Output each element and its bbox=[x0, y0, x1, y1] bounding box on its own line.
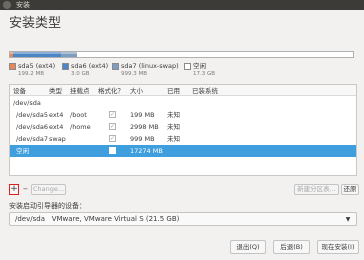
cell-device: /dev/sda7 bbox=[16, 135, 48, 143]
cell-mount: /home bbox=[70, 123, 91, 131]
legend-swatch bbox=[112, 63, 119, 70]
cell-type: ext4 bbox=[49, 111, 64, 119]
legend-name: 空闲 bbox=[193, 62, 206, 70]
cell-size: 199 MB bbox=[130, 111, 155, 119]
cell-size: 2998 MB bbox=[130, 123, 159, 131]
cell-device: /dev/sda bbox=[13, 99, 41, 107]
legend-size: 3.0 GB bbox=[71, 71, 90, 77]
legend-size: 199.2 MB bbox=[18, 71, 45, 77]
cell-size: 999 MB bbox=[130, 135, 155, 143]
column-header-used[interactable]: 已用 bbox=[167, 87, 180, 95]
close-window-icon[interactable] bbox=[3, 1, 11, 9]
column-header-mount[interactable]: 挂载点 bbox=[70, 87, 90, 95]
legend-swatch bbox=[62, 63, 69, 70]
legend-swatch bbox=[184, 63, 191, 70]
partition-table: 设备 类型 挂载点 格式化？ 大小 已用 已装系统 /dev/sda /dev/… bbox=[9, 84, 357, 176]
cell-used: 未知 bbox=[167, 111, 180, 119]
partition-bar bbox=[9, 51, 354, 58]
cell-type: swap bbox=[49, 135, 66, 143]
table-header: 设备 类型 挂载点 格式化？ 大小 已用 已装系统 bbox=[10, 85, 356, 96]
new-partition-table-button[interactable]: 新建分区表... bbox=[294, 184, 339, 195]
boot-loader-select[interactable]: /dev/sda VMware, VMware Virtual S (21.5 … bbox=[9, 212, 357, 226]
boot-loader-value: /dev/sda VMware, VMware Virtual S (21.5 … bbox=[15, 215, 179, 224]
legend-size: 999.3 MB bbox=[121, 71, 148, 77]
legend-name: sda6 (ext4) bbox=[71, 62, 109, 70]
legend-size: 17.3 GB bbox=[193, 71, 216, 77]
partition-bar-segment-sda7 bbox=[61, 52, 77, 57]
column-header-type[interactable]: 类型 bbox=[49, 87, 62, 95]
legend-name: sda5 (ext4) bbox=[18, 62, 56, 70]
column-header-format[interactable]: 格式化？ bbox=[98, 87, 124, 95]
revert-button[interactable]: 还原 bbox=[341, 184, 359, 195]
remove-partition-button[interactable]: − bbox=[21, 184, 30, 195]
partition-bar-segment-sda6 bbox=[13, 52, 61, 57]
chevron-down-icon: ▼ bbox=[345, 216, 351, 223]
table-row[interactable]: /dev/sda6 ext4 /home ✓ 2998 MB 未知 bbox=[10, 121, 356, 133]
boot-loader-label: 安装启动引导器的设备： bbox=[9, 202, 86, 210]
install-now-button[interactable]: 现在安装(I) bbox=[317, 240, 359, 254]
column-header-size[interactable]: 大小 bbox=[130, 87, 143, 95]
window-title: 安装 bbox=[16, 1, 30, 9]
back-button[interactable]: 后退(B) bbox=[273, 240, 310, 254]
title-bar: 安装 bbox=[0, 0, 364, 10]
add-partition-button[interactable]: + bbox=[9, 184, 19, 195]
partition-bar-segment-free bbox=[77, 52, 353, 57]
cell-size: 17274 MB bbox=[130, 147, 163, 155]
cell-used: 未知 bbox=[167, 123, 180, 131]
legend-swatch bbox=[9, 63, 16, 70]
format-checkbox[interactable]: ✓ bbox=[109, 123, 116, 130]
table-row-selected[interactable]: 空闲 17274 MB bbox=[10, 145, 356, 157]
cell-mount: /boot bbox=[70, 111, 87, 119]
cell-device: /dev/sda5 bbox=[16, 111, 48, 119]
format-checkbox[interactable] bbox=[109, 147, 116, 154]
quit-button[interactable]: 退出(Q) bbox=[230, 240, 266, 254]
format-checkbox[interactable]: ✓ bbox=[109, 111, 116, 118]
legend-name: sda7 (linux-swap) bbox=[121, 62, 179, 70]
change-partition-button[interactable]: Change... bbox=[31, 184, 66, 195]
table-row[interactable]: /dev/sda5 ext4 /boot ✓ 199 MB 未知 bbox=[10, 109, 356, 121]
boot-device: /dev/sda bbox=[15, 215, 45, 223]
cell-used: 未知 bbox=[167, 135, 180, 143]
cell-device: /dev/sda6 bbox=[16, 123, 48, 131]
table-row[interactable]: /dev/sda bbox=[10, 97, 356, 109]
cell-type: ext4 bbox=[49, 123, 64, 131]
format-checkbox[interactable]: ✓ bbox=[109, 135, 116, 142]
table-row[interactable]: /dev/sda7 swap ✓ 999 MB 未知 bbox=[10, 133, 356, 145]
page-heading: 安装类型 bbox=[9, 16, 62, 31]
column-header-system[interactable]: 已装系统 bbox=[192, 87, 218, 95]
boot-device-description: VMware, VMware Virtual S (21.5 GB) bbox=[51, 215, 180, 223]
column-header-device[interactable]: 设备 bbox=[13, 87, 26, 95]
cell-device: 空闲 bbox=[16, 147, 29, 155]
